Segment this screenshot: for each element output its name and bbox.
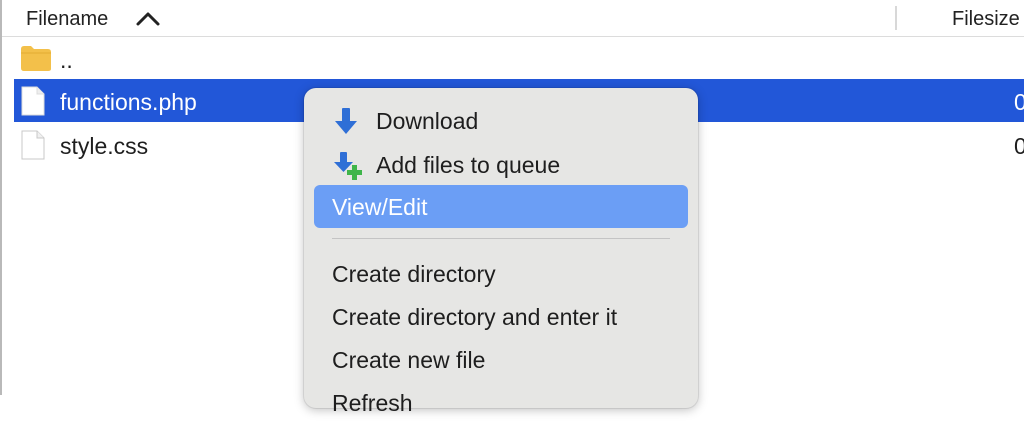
file-size: 0 [1014, 133, 1024, 159]
file-name: style.css [60, 133, 149, 159]
file-row-parent-directory[interactable]: .. [14, 37, 1024, 80]
file-size: 0 [1014, 89, 1024, 115]
menu-item-add-files-to-queue[interactable]: Add files to queue [314, 143, 688, 186]
filename-column-header[interactable]: Filename [26, 8, 108, 31]
menu-item-label: Create directory [332, 261, 496, 287]
file-icon [21, 86, 45, 116]
menu-item-label: View/Edit [332, 194, 428, 220]
download-arrow-icon [335, 108, 357, 134]
filesize-column-header[interactable]: Filesize [952, 8, 1020, 31]
menu-item-label: Create directory and enter it [332, 304, 618, 330]
context-menu: Download Add files to queue View/Edit Cr… [304, 88, 698, 416]
menu-item-create-directory-and-enter[interactable]: Create directory and enter it [314, 295, 688, 338]
column-divider[interactable] [895, 6, 897, 30]
menu-item-create-directory[interactable]: Create directory [314, 252, 688, 295]
chevron-up-icon[interactable] [134, 8, 162, 28]
folder-icon [21, 46, 51, 71]
menu-item-label: Create new file [332, 347, 486, 373]
menu-item-create-new-file[interactable]: Create new file [314, 338, 688, 381]
menu-item-view-edit[interactable]: View/Edit [314, 185, 688, 228]
file-name: functions.php [60, 89, 197, 115]
menu-item-download[interactable]: Download [314, 99, 688, 142]
menu-separator [332, 238, 670, 239]
menu-item-label: Refresh [332, 390, 413, 416]
menu-item-refresh[interactable]: Refresh [314, 381, 688, 424]
left-border [0, 0, 2, 395]
menu-item-label: Add files to queue [376, 152, 561, 178]
file-icon [21, 130, 45, 160]
file-list-header: Filename Filesize [2, 0, 1024, 37]
file-name: .. [60, 47, 73, 73]
menu-item-label: Download [376, 108, 479, 134]
add-to-queue-icon [334, 152, 362, 180]
